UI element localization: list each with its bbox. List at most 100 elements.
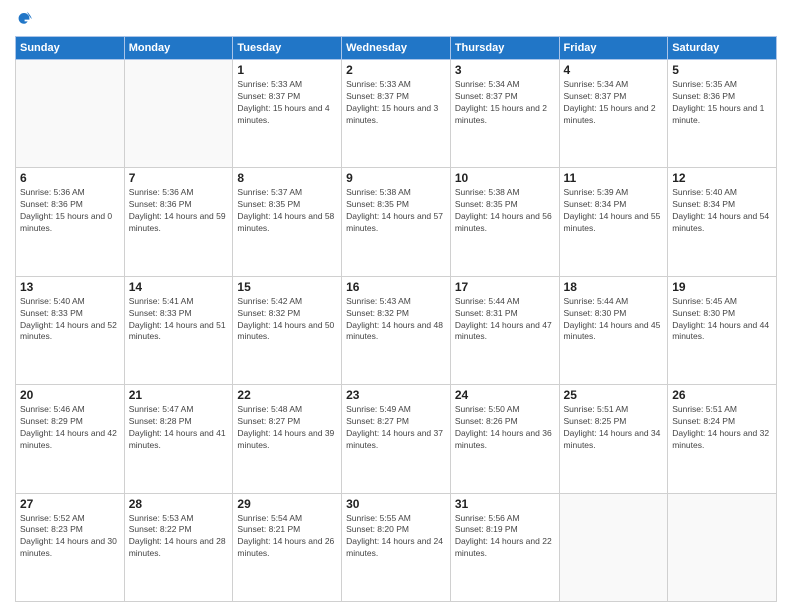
day-number: 30 <box>346 497 446 511</box>
calendar-cell: 29 Sunrise: 5:54 AMSunset: 8:21 PMDayligh… <box>233 493 342 601</box>
calendar-cell: 14 Sunrise: 5:41 AMSunset: 8:33 PMDayligh… <box>124 276 233 384</box>
calendar-cell: 31 Sunrise: 5:56 AMSunset: 8:19 PMDayligh… <box>450 493 559 601</box>
week-row: 13 Sunrise: 5:40 AMSunset: 8:33 PMDayligh… <box>16 276 777 384</box>
day-detail: Sunrise: 5:40 AMSunset: 8:33 PMDaylight:… <box>20 296 120 344</box>
calendar-cell: 7 Sunrise: 5:36 AMSunset: 8:36 PMDaylight… <box>124 168 233 276</box>
calendar-cell: 11 Sunrise: 5:39 AMSunset: 8:34 PMDayligh… <box>559 168 668 276</box>
day-detail: Sunrise: 5:46 AMSunset: 8:29 PMDaylight:… <box>20 404 120 452</box>
calendar-cell: 1Sunrise: 5:33 AMSunset: 8:37 PMDaylight… <box>233 60 342 168</box>
calendar-cell: 17 Sunrise: 5:44 AMSunset: 8:31 PMDayligh… <box>450 276 559 384</box>
day-number: 31 <box>455 497 555 511</box>
day-number: 3 <box>455 63 555 77</box>
day-detail: Sunrise: 5:43 AMSunset: 8:32 PMDaylight:… <box>346 296 446 344</box>
day-number: 27 <box>20 497 120 511</box>
weekday-header: Thursday <box>450 37 559 60</box>
calendar-cell: 18 Sunrise: 5:44 AMSunset: 8:30 PMDayligh… <box>559 276 668 384</box>
day-number: 12 <box>672 171 772 185</box>
day-detail: Sunrise: 5:44 AMSunset: 8:31 PMDaylight:… <box>455 296 555 344</box>
day-detail: Sunrise: 5:36 AMSunset: 8:36 PMDaylight:… <box>129 187 229 235</box>
calendar-cell: 6 Sunrise: 5:36 AMSunset: 8:36 PMDaylight… <box>16 168 125 276</box>
calendar-cell: 16 Sunrise: 5:43 AMSunset: 8:32 PMDayligh… <box>342 276 451 384</box>
day-detail: Sunrise: 5:41 AMSunset: 8:33 PMDaylight:… <box>129 296 229 344</box>
day-number: 15 <box>237 280 337 294</box>
calendar-cell: 24Sunrise: 5:50 AMSunset: 8:26 PMDayligh… <box>450 385 559 493</box>
day-detail: Sunrise: 5:51 AMSunset: 8:25 PMDaylight:… <box>564 404 664 452</box>
calendar-cell: 15 Sunrise: 5:42 AMSunset: 8:32 PMDayligh… <box>233 276 342 384</box>
day-number: 25 <box>564 388 664 402</box>
calendar: SundayMondayTuesdayWednesdayThursdayFrid… <box>15 36 777 602</box>
day-number: 5 <box>672 63 772 77</box>
day-detail: Sunrise: 5:52 AMSunset: 8:23 PMDaylight:… <box>20 513 120 561</box>
day-number: 16 <box>346 280 446 294</box>
day-detail: Sunrise: 5:55 AMSunset: 8:20 PMDaylight:… <box>346 513 446 561</box>
day-number: 17 <box>455 280 555 294</box>
weekday-header: Saturday <box>668 37 777 60</box>
day-number: 8 <box>237 171 337 185</box>
day-detail: Sunrise: 5:51 AMSunset: 8:24 PMDaylight:… <box>672 404 772 452</box>
week-row: 20 Sunrise: 5:46 AMSunset: 8:29 PMDayligh… <box>16 385 777 493</box>
day-number: 13 <box>20 280 120 294</box>
calendar-cell: 26 Sunrise: 5:51 AMSunset: 8:24 PMDayligh… <box>668 385 777 493</box>
day-number: 7 <box>129 171 229 185</box>
day-detail: Sunrise: 5:38 AMSunset: 8:35 PMDaylight:… <box>455 187 555 235</box>
day-detail: Sunrise: 5:35 AMSunset: 8:36 PMDaylight:… <box>672 79 772 127</box>
calendar-cell: 30 Sunrise: 5:55 AMSunset: 8:20 PMDayligh… <box>342 493 451 601</box>
day-detail: Sunrise: 5:54 AMSunset: 8:21 PMDaylight:… <box>237 513 337 561</box>
day-number: 14 <box>129 280 229 294</box>
calendar-cell: 8Sunrise: 5:37 AMSunset: 8:35 PMDaylight… <box>233 168 342 276</box>
calendar-cell <box>16 60 125 168</box>
day-number: 22 <box>237 388 337 402</box>
calendar-cell: 28 Sunrise: 5:53 AMSunset: 8:22 PMDayligh… <box>124 493 233 601</box>
day-detail: Sunrise: 5:34 AMSunset: 8:37 PMDaylight:… <box>455 79 555 127</box>
calendar-cell: 2 Sunrise: 5:33 AMSunset: 8:37 PMDaylight… <box>342 60 451 168</box>
calendar-cell: 3 Sunrise: 5:34 AMSunset: 8:37 PMDaylight… <box>450 60 559 168</box>
calendar-cell: 10 Sunrise: 5:38 AMSunset: 8:35 PMDayligh… <box>450 168 559 276</box>
day-detail: Sunrise: 5:49 AMSunset: 8:27 PMDaylight:… <box>346 404 446 452</box>
day-detail: Sunrise: 5:53 AMSunset: 8:22 PMDaylight:… <box>129 513 229 561</box>
day-detail: Sunrise: 5:36 AMSunset: 8:36 PMDaylight:… <box>20 187 120 235</box>
weekday-header: Wednesday <box>342 37 451 60</box>
calendar-cell: 20 Sunrise: 5:46 AMSunset: 8:29 PMDayligh… <box>16 385 125 493</box>
day-number: 4 <box>564 63 664 77</box>
day-number: 21 <box>129 388 229 402</box>
day-detail: Sunrise: 5:33 AMSunset: 8:37 PMDaylight:… <box>346 79 446 127</box>
weekday-header: Sunday <box>16 37 125 60</box>
week-row: 6 Sunrise: 5:36 AMSunset: 8:36 PMDaylight… <box>16 168 777 276</box>
day-detail: Sunrise: 5:44 AMSunset: 8:30 PMDaylight:… <box>564 296 664 344</box>
day-number: 11 <box>564 171 664 185</box>
day-detail: Sunrise: 5:40 AMSunset: 8:34 PMDaylight:… <box>672 187 772 235</box>
day-number: 6 <box>20 171 120 185</box>
day-number: 26 <box>672 388 772 402</box>
weekday-header: Monday <box>124 37 233 60</box>
day-detail: Sunrise: 5:47 AMSunset: 8:28 PMDaylight:… <box>129 404 229 452</box>
calendar-cell: 25 Sunrise: 5:51 AMSunset: 8:25 PMDayligh… <box>559 385 668 493</box>
calendar-cell <box>559 493 668 601</box>
day-detail: Sunrise: 5:39 AMSunset: 8:34 PMDaylight:… <box>564 187 664 235</box>
day-number: 20 <box>20 388 120 402</box>
day-detail: Sunrise: 5:42 AMSunset: 8:32 PMDaylight:… <box>237 296 337 344</box>
day-detail: Sunrise: 5:34 AMSunset: 8:37 PMDaylight:… <box>564 79 664 127</box>
day-number: 2 <box>346 63 446 77</box>
calendar-cell: 9Sunrise: 5:38 AMSunset: 8:35 PMDaylight… <box>342 168 451 276</box>
week-row: 27 Sunrise: 5:52 AMSunset: 8:23 PMDayligh… <box>16 493 777 601</box>
calendar-cell: 19Sunrise: 5:45 AMSunset: 8:30 PMDayligh… <box>668 276 777 384</box>
day-detail: Sunrise: 5:45 AMSunset: 8:30 PMDaylight:… <box>672 296 772 344</box>
calendar-cell: 23Sunrise: 5:49 AMSunset: 8:27 PMDayligh… <box>342 385 451 493</box>
day-number: 29 <box>237 497 337 511</box>
day-number: 18 <box>564 280 664 294</box>
day-detail: Sunrise: 5:56 AMSunset: 8:19 PMDaylight:… <box>455 513 555 561</box>
calendar-cell: 27 Sunrise: 5:52 AMSunset: 8:23 PMDayligh… <box>16 493 125 601</box>
day-number: 24 <box>455 388 555 402</box>
calendar-header-row: SundayMondayTuesdayWednesdayThursdayFrid… <box>16 37 777 60</box>
day-number: 1 <box>237 63 337 77</box>
weekday-header: Friday <box>559 37 668 60</box>
day-number: 28 <box>129 497 229 511</box>
day-number: 10 <box>455 171 555 185</box>
calendar-cell: 22Sunrise: 5:48 AMSunset: 8:27 PMDayligh… <box>233 385 342 493</box>
calendar-cell: 21 Sunrise: 5:47 AMSunset: 8:28 PMDayligh… <box>124 385 233 493</box>
week-row: 1 Sunrise: 5:33 AMSunset: 8:37 PMDaylight… <box>16 60 777 168</box>
weekday-header: Tuesday <box>233 37 342 60</box>
day-number: 9 <box>346 171 446 185</box>
logo <box>15 10 37 28</box>
calendar-cell: 13 Sunrise: 5:40 AMSunset: 8:33 PMDayligh… <box>16 276 125 384</box>
